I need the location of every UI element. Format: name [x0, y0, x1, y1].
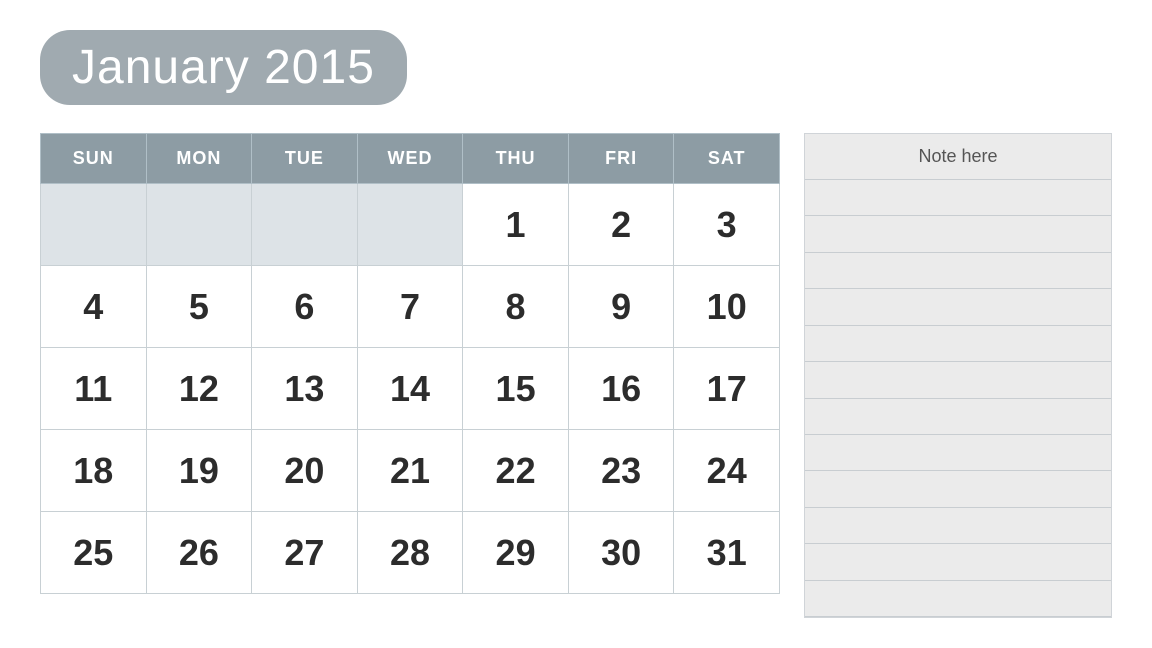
calendar-day[interactable]: 3	[674, 184, 780, 266]
calendar-day[interactable]: 22	[463, 430, 569, 512]
month-title: January 2015	[72, 41, 375, 94]
calendar-day[interactable]	[146, 184, 252, 266]
calendar-day[interactable]: 24	[674, 430, 780, 512]
notes-line[interactable]	[805, 216, 1111, 252]
calendar-header: SUN MON TUE WED THU FRI SAT	[41, 134, 780, 184]
calendar-day[interactable]: 2	[568, 184, 674, 266]
calendar-week-1: 45678910	[41, 266, 780, 348]
calendar-day[interactable]: 15	[463, 348, 569, 430]
calendar-day[interactable]: 20	[252, 430, 358, 512]
calendar-day[interactable]: 23	[568, 430, 674, 512]
calendar-day[interactable]: 7	[357, 266, 463, 348]
notes-line[interactable]	[805, 253, 1111, 289]
notes-line[interactable]	[805, 362, 1111, 398]
calendar-body: 1234567891011121314151617181920212223242…	[41, 184, 780, 594]
calendar-day[interactable]: 30	[568, 512, 674, 594]
notes-section: Note here	[804, 133, 1112, 618]
calendar-day[interactable]: 4	[41, 266, 147, 348]
day-header-sun: SUN	[41, 134, 147, 184]
calendar-week-0: 123	[41, 184, 780, 266]
calendar-day[interactable]: 1	[463, 184, 569, 266]
day-header-wed: WED	[357, 134, 463, 184]
notes-line[interactable]	[805, 399, 1111, 435]
day-header-tue: TUE	[252, 134, 358, 184]
calendar-day[interactable]: 31	[674, 512, 780, 594]
calendar-day[interactable]: 27	[252, 512, 358, 594]
calendar-day[interactable]: 9	[568, 266, 674, 348]
calendar-week-4: 25262728293031	[41, 512, 780, 594]
notes-line[interactable]	[805, 435, 1111, 471]
calendar-day[interactable]: 29	[463, 512, 569, 594]
calendar-day[interactable]	[252, 184, 358, 266]
calendar-section: SUN MON TUE WED THU FRI SAT 123456789101…	[40, 133, 780, 618]
calendar-day[interactable]	[41, 184, 147, 266]
page-container: January 2015 SUN MON TUE WED THU FRI SAT	[0, 0, 1152, 648]
calendar-day[interactable]	[357, 184, 463, 266]
notes-line[interactable]	[805, 544, 1111, 580]
calendar-day[interactable]: 5	[146, 266, 252, 348]
calendar-day[interactable]: 16	[568, 348, 674, 430]
day-header-fri: FRI	[568, 134, 674, 184]
notes-line[interactable]	[805, 508, 1111, 544]
calendar-week-3: 18192021222324	[41, 430, 780, 512]
content-row: SUN MON TUE WED THU FRI SAT 123456789101…	[40, 133, 1112, 618]
month-title-badge: January 2015	[40, 30, 407, 105]
notes-line[interactable]	[805, 471, 1111, 507]
calendar-day[interactable]: 13	[252, 348, 358, 430]
calendar-day[interactable]: 26	[146, 512, 252, 594]
calendar-day[interactable]: 14	[357, 348, 463, 430]
calendar-day[interactable]: 11	[41, 348, 147, 430]
day-header-mon: MON	[146, 134, 252, 184]
day-header-sat: SAT	[674, 134, 780, 184]
notes-line[interactable]	[805, 326, 1111, 362]
calendar-day[interactable]: 28	[357, 512, 463, 594]
calendar-day[interactable]: 18	[41, 430, 147, 512]
calendar-day[interactable]: 19	[146, 430, 252, 512]
day-header-thu: THU	[463, 134, 569, 184]
notes-header: Note here	[805, 134, 1111, 180]
calendar-table: SUN MON TUE WED THU FRI SAT 123456789101…	[40, 133, 780, 594]
calendar-day[interactable]: 6	[252, 266, 358, 348]
notes-lines	[805, 180, 1111, 617]
calendar-day[interactable]: 17	[674, 348, 780, 430]
calendar-day[interactable]: 12	[146, 348, 252, 430]
calendar-day[interactable]: 10	[674, 266, 780, 348]
calendar-day[interactable]: 8	[463, 266, 569, 348]
notes-box: Note here	[804, 133, 1112, 618]
notes-line[interactable]	[805, 581, 1111, 617]
notes-line[interactable]	[805, 289, 1111, 325]
notes-line[interactable]	[805, 180, 1111, 216]
calendar-day[interactable]: 25	[41, 512, 147, 594]
calendar-week-2: 11121314151617	[41, 348, 780, 430]
calendar-day[interactable]: 21	[357, 430, 463, 512]
